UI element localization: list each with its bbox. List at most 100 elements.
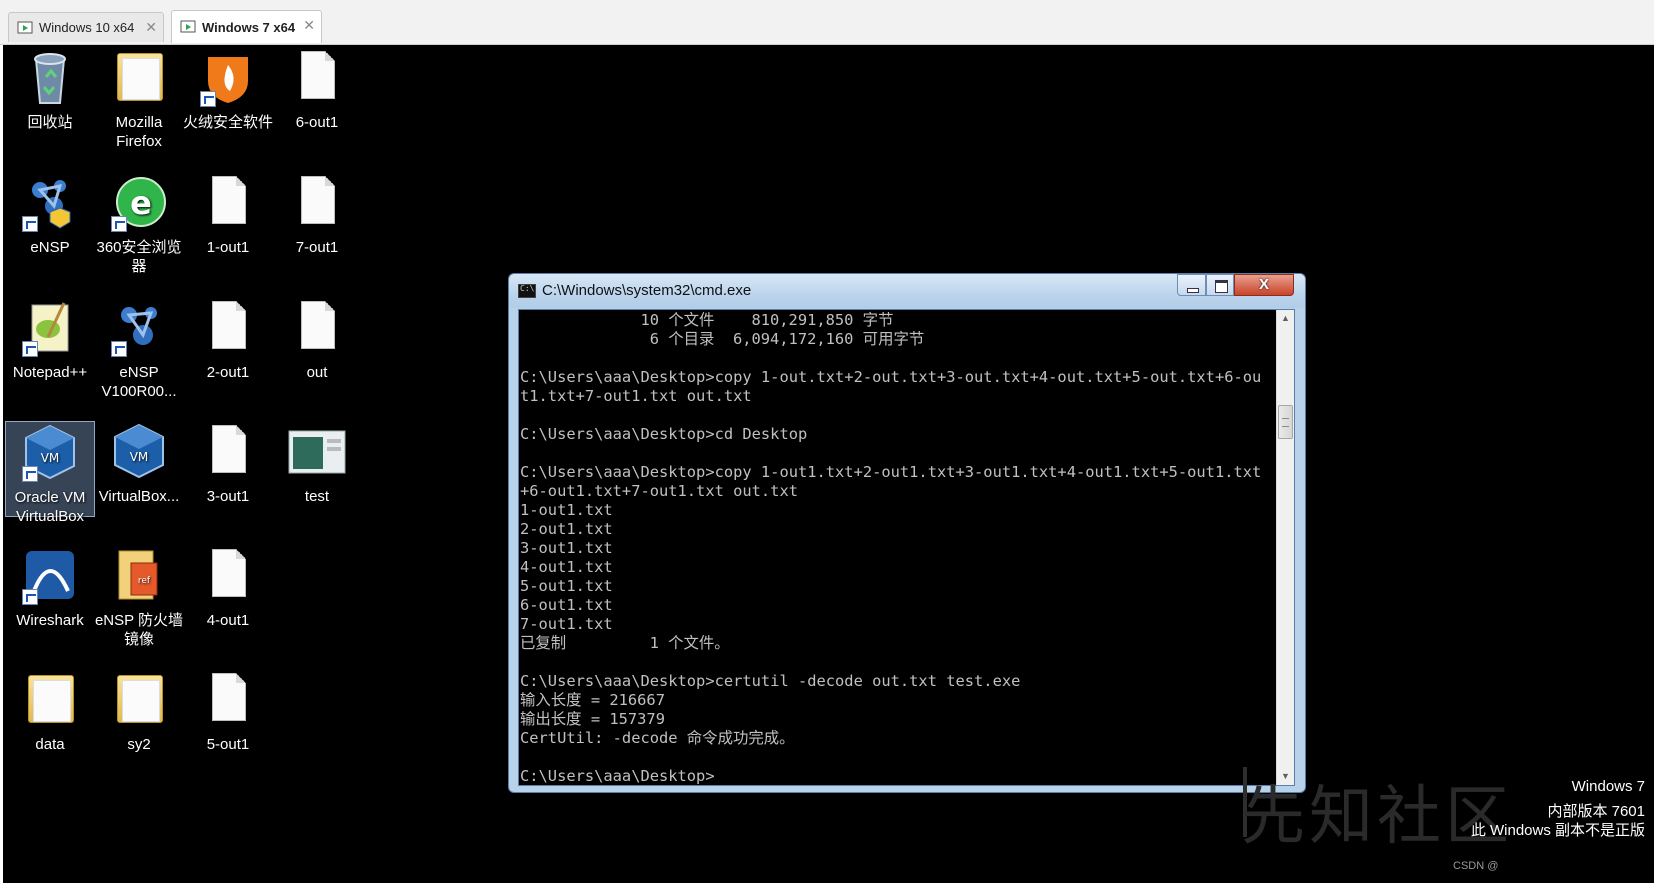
icon-label: Wireshark xyxy=(16,612,84,629)
windows-genuine-notice: 此 Windows 副本不是正版 xyxy=(1470,822,1645,839)
icon-label: 7-out1 xyxy=(295,239,339,256)
desktop-icon-3-out1[interactable]: 3-out1 xyxy=(183,421,273,506)
desktop-icon-recycle-bin[interactable]: 回收站 xyxy=(5,47,95,132)
file-icon xyxy=(198,545,258,605)
tab-close-icon[interactable]: ✕ xyxy=(145,19,157,36)
console-line: 已复制 1 个文件。 xyxy=(520,634,730,652)
console-line: t1.txt+7-out1.txt out.txt xyxy=(520,387,752,405)
minimize-button[interactable] xyxy=(1177,274,1206,296)
svg-text:ref: ref xyxy=(138,576,151,586)
desktop-icon-data[interactable]: data xyxy=(5,669,95,754)
desktop-icon-ensp-v100[interactable]: eNSP V100R00... xyxy=(94,297,184,401)
icon-label: 1-out1 xyxy=(206,239,250,256)
desktop-icon-firefox[interactable]: Mozilla Firefox xyxy=(94,47,184,151)
desktop-icon-sy2[interactable]: sy2 xyxy=(94,669,184,754)
console-line: 3-out1.txt xyxy=(520,539,613,557)
icon-label: 3-out1 xyxy=(206,488,250,505)
vm-running-icon xyxy=(180,20,196,33)
csdn-watermark: CSDN @ xyxy=(1453,860,1499,872)
virtualbox-icon: VM xyxy=(109,421,169,481)
console-area[interactable]: 10 个文件 810,291,850 字节 6 个目录 6,094,172,16… xyxy=(518,309,1295,786)
console-line: 7-out1.txt xyxy=(520,615,613,633)
console-line: C:\Users\aaa\Desktop>copy 1-out.txt+2-ou… xyxy=(520,368,1262,386)
desktop-icon-out[interactable]: out xyxy=(272,297,362,382)
tab-label: Windows 10 x64 xyxy=(39,20,135,35)
console-line: 6-out1.txt xyxy=(520,596,613,614)
ensp-icon xyxy=(20,172,80,232)
tab-label: Windows 7 x64 xyxy=(202,19,296,35)
watermark-text: 先知社区 xyxy=(1241,780,1513,854)
desktop-icon-ensp-firewall[interactable]: ref eNSP 防火墙镜像 xyxy=(94,545,184,649)
browser-360-icon: e xyxy=(109,172,169,232)
svg-text:VM: VM xyxy=(41,451,60,465)
file-icon xyxy=(287,172,347,232)
desktop-icon-ensp[interactable]: eNSP xyxy=(5,172,95,257)
tab-windows-10[interactable]: Windows 10 x64 ✕ xyxy=(8,12,164,42)
desktop-icon-1-out1[interactable]: 1-out1 xyxy=(183,172,273,257)
desktop-icon-oracle-virtualbox[interactable]: VM Oracle VM VirtualBox xyxy=(5,421,95,525)
cmd-icon xyxy=(518,284,536,298)
console-line: 5-out1.txt xyxy=(520,577,613,595)
close-button[interactable]: X xyxy=(1234,274,1294,296)
icon-label: 火绒安全软件 xyxy=(183,114,274,131)
close-icon: X xyxy=(1258,276,1269,293)
desktop-icon-virtualbox-2[interactable]: VM VirtualBox... xyxy=(94,421,184,506)
desktop-icon-test[interactable]: test xyxy=(272,421,362,506)
wireshark-icon xyxy=(20,545,80,605)
file-icon xyxy=(198,669,258,729)
vertical-scrollbar[interactable]: ▲ ▼ xyxy=(1276,310,1294,785)
console-line: 2-out1.txt xyxy=(520,520,613,538)
icon-label: VirtualBox... xyxy=(98,488,180,505)
vm-running-icon xyxy=(17,21,33,33)
file-icon xyxy=(287,47,347,107)
folder-icon xyxy=(109,669,169,729)
desktop-icon-2-out1[interactable]: 2-out1 xyxy=(183,297,273,382)
recycle-bin-icon xyxy=(20,47,80,107)
cmd-window-title: C:\Windows\system32\cmd.exe xyxy=(542,282,752,299)
console-line: 输入长度 = 216667 xyxy=(520,691,665,709)
console-line: 输出长度 = 157379 xyxy=(520,710,665,728)
file-icon xyxy=(198,297,258,357)
icon-label: data xyxy=(35,736,65,753)
desktop-icon-6-out1[interactable]: 6-out1 xyxy=(272,47,362,132)
console-output: 10 个文件 810,291,850 字节 6 个目录 6,094,172,16… xyxy=(520,311,1276,785)
desktop-icon-notepadpp[interactable]: Notepad++ xyxy=(5,297,95,382)
console-line: C:\Users\aaa\Desktop> xyxy=(520,767,715,785)
icon-label: 回收站 xyxy=(27,114,73,131)
icon-label: 5-out1 xyxy=(206,736,250,753)
console-line: C:\Users\aaa\Desktop>cd Desktop xyxy=(520,425,808,443)
maximize-button[interactable] xyxy=(1206,274,1234,296)
cmd-window[interactable]: C:\Windows\system32\cmd.exe X 10 个文件 810… xyxy=(508,273,1306,793)
icon-label: out xyxy=(306,364,328,381)
cmd-titlebar[interactable]: C:\Windows\system32\cmd.exe X xyxy=(509,274,1305,308)
folder-icon xyxy=(20,669,80,729)
desktop-icon-4-out1[interactable]: 4-out1 xyxy=(183,545,273,630)
console-line: C:\Users\aaa\Desktop>copy 1-out1.txt+2-o… xyxy=(520,463,1262,481)
icon-label: 6-out1 xyxy=(295,114,339,131)
tab-close-icon[interactable]: ✕ xyxy=(303,17,315,34)
tab-windows-7[interactable]: Windows 7 x64 ✕ xyxy=(171,10,322,43)
windows-version-text: Windows 7 xyxy=(1571,778,1645,795)
icon-label: test xyxy=(304,488,330,505)
desktop-icon-wireshark[interactable]: Wireshark xyxy=(5,545,95,630)
file-icon xyxy=(287,297,347,357)
scroll-up-arrow-icon[interactable]: ▲ xyxy=(1277,310,1294,327)
icon-label: 360安全浏览器 xyxy=(96,239,182,275)
huorong-icon xyxy=(198,47,258,107)
console-line: CertUtil: -decode 命令成功完成。 xyxy=(520,729,795,747)
archive-icon: ref xyxy=(109,545,169,605)
console-line: 1-out1.txt xyxy=(520,501,613,519)
desktop-icon-5-out1[interactable]: 5-out1 xyxy=(183,669,273,754)
icon-label: Oracle VM VirtualBox xyxy=(14,489,86,525)
console-line: 6 个目录 6,094,172,160 可用字节 xyxy=(520,330,925,348)
scrollbar-thumb[interactable] xyxy=(1278,405,1293,439)
desktop-icon-7-out1[interactable]: 7-out1 xyxy=(272,172,362,257)
icon-label: sy2 xyxy=(127,736,151,753)
windows-build-text: 内部版本 7601 xyxy=(1547,803,1645,820)
desktop-icon-huorong[interactable]: 火绒安全软件 xyxy=(183,47,273,132)
notepadpp-icon xyxy=(20,297,80,357)
desktop-icon-360-browser[interactable]: e 360安全浏览器 xyxy=(94,172,184,276)
